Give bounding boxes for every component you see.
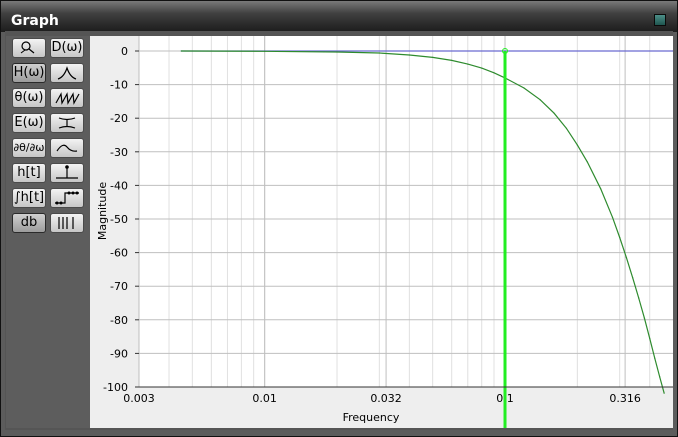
sawtooth-icon <box>55 92 80 105</box>
x-axis-ticks: 0.0030.010.0320.10.316 <box>123 392 641 405</box>
data-point <box>378 52 380 54</box>
close-button[interactable] <box>654 14 666 26</box>
x-tick-label: 0.01 <box>252 392 277 405</box>
sawtooth-button[interactable] <box>50 88 84 108</box>
phase-button[interactable]: θ(ω) <box>12 88 46 108</box>
step-marker-button[interactable] <box>50 188 84 208</box>
y-tick-label: -40 <box>110 179 128 192</box>
x-tick-label: 0.316 <box>609 392 641 405</box>
data-point <box>625 257 628 259</box>
y-tick-label: -30 <box>110 146 128 159</box>
window-title: Graph <box>11 13 59 29</box>
impulse-icon <box>56 165 78 179</box>
title-bar[interactable]: Graph <box>1 1 677 32</box>
peak-button[interactable] <box>50 63 84 83</box>
step-response-button[interactable]: ∫h[t] <box>12 188 46 208</box>
data-point <box>632 277 634 279</box>
data-point <box>432 56 434 58</box>
y-axis-label: Magnitude <box>96 182 109 241</box>
data-point <box>523 87 525 89</box>
plot-area[interactable] <box>139 36 673 387</box>
decibel-button[interactable]: db <box>12 213 46 233</box>
data-point <box>654 357 656 359</box>
data-point <box>264 50 266 52</box>
data-point <box>649 337 651 339</box>
step-icon <box>55 191 79 205</box>
error-button[interactable]: E(ω) <box>12 113 46 133</box>
data-point <box>565 127 567 129</box>
data-point <box>619 236 621 239</box>
graph-toolbar: D(ω) H(ω) θ(ω) E(ω) ∂θ/∂ω h[t] ∫h[t] db <box>6 36 90 428</box>
data-point <box>408 54 410 56</box>
group-delay-button[interactable]: D(ω) <box>50 38 84 58</box>
magnitude-chart[interactable]: 0-10-20-30-40-50-60-70-80-90-100 0.003 0.… <box>90 36 673 428</box>
data-point <box>638 297 640 299</box>
y-tick-label: -70 <box>110 280 128 293</box>
data-point <box>586 161 588 163</box>
i-beam-icon <box>58 117 76 129</box>
peak-icon <box>57 66 77 80</box>
data-point <box>576 144 578 146</box>
phase-derivative-button[interactable]: ∂θ/∂ω <box>12 138 46 158</box>
data-point <box>553 112 555 114</box>
y-tick-label: -50 <box>110 213 128 226</box>
x-axis-label: Frequency <box>343 411 400 424</box>
bars-icon <box>58 217 74 229</box>
data-point <box>451 59 453 61</box>
data-point <box>611 216 614 218</box>
x-tick-label: 0.032 <box>370 392 402 405</box>
data-point <box>336 51 338 53</box>
i-beam-button[interactable] <box>50 113 84 133</box>
data-point <box>600 188 602 190</box>
plot-panel[interactable]: 0 -10 -20 -30 -40 -50 -60 -70 -80 -90 -100 0.003 0.… <box>90 36 673 428</box>
impulse-button[interactable]: h[t] <box>12 163 46 183</box>
data-point <box>467 63 469 65</box>
data-point <box>539 99 541 101</box>
wave-icon <box>56 144 78 152</box>
wave-button[interactable] <box>50 138 84 158</box>
data-point <box>659 376 661 378</box>
data-point <box>481 67 483 69</box>
zoom-icon <box>20 41 35 54</box>
magnitude-button[interactable]: H(ω) <box>12 63 46 83</box>
y-tick-label: -20 <box>110 112 128 125</box>
y-tick-label: -10 <box>110 79 128 92</box>
data-point <box>180 50 182 52</box>
data-point <box>643 317 646 319</box>
y-tick-label: 0 <box>121 45 128 58</box>
data-point <box>493 72 495 74</box>
bars-button[interactable] <box>50 213 84 233</box>
y-tick-label: -90 <box>110 347 128 360</box>
y-tick-label: -60 <box>110 247 128 260</box>
y-tick-label: -80 <box>110 314 128 327</box>
impulse-marker-button[interactable] <box>50 163 84 183</box>
x-tick-label: 0.003 <box>123 392 155 405</box>
zoom-button[interactable] <box>12 38 46 58</box>
